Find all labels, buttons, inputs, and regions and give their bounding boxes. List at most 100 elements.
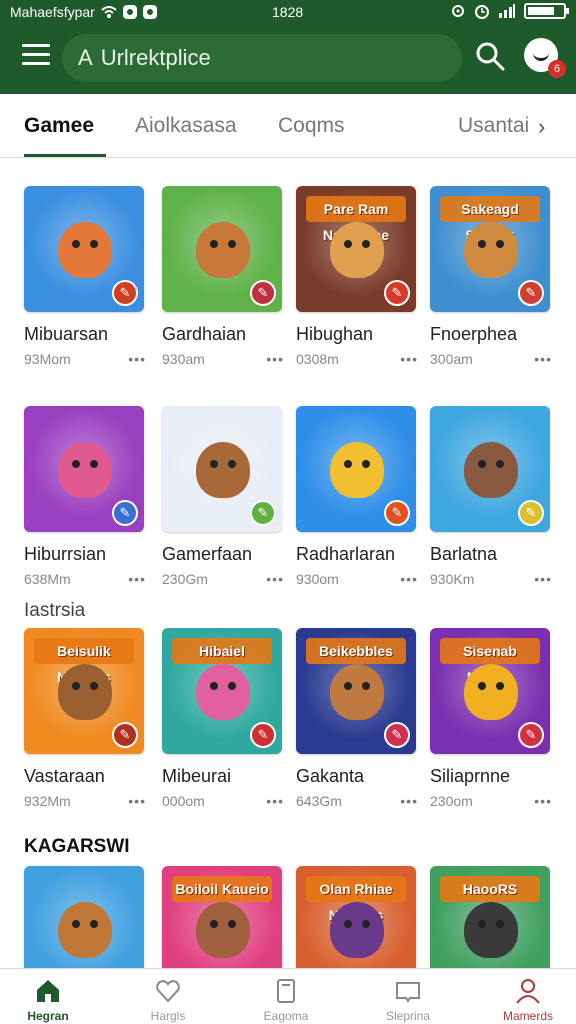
game-meta: 230Gm ••• — [162, 571, 284, 587]
game-thumbnail[interactable]: Hibaiel ✎ — [162, 628, 282, 754]
wifi-icon — [101, 6, 117, 18]
game-character-icon — [464, 902, 518, 958]
more-options-icon[interactable]: ••• — [266, 793, 284, 809]
more-options-icon[interactable]: ••• — [266, 571, 284, 587]
game-action-icon[interactable]: ✎ — [518, 500, 544, 526]
game-meta: 643Gm ••• — [296, 793, 418, 809]
game-title: Barlatna — [430, 544, 498, 564]
game-thumbnail[interactable]: Beisulik Nalasos ✎ — [24, 628, 144, 754]
game-meta-value: 230om — [430, 793, 473, 809]
game-action-icon[interactable]: ✎ — [518, 722, 544, 748]
game-action-icon[interactable]: ✎ — [384, 280, 410, 306]
more-options-icon[interactable]: ••• — [128, 793, 146, 809]
game-thumbnail[interactable]: ✎ — [24, 186, 144, 312]
game-action-icon[interactable]: ✎ — [250, 500, 276, 526]
chevron-right-icon[interactable]: › — [538, 114, 545, 140]
tab-third[interactable]: Coqms — [278, 114, 345, 138]
search-input[interactable]: A Urlrektplice — [62, 34, 462, 82]
game-card[interactable]: ✎ Radharlaran 930om ••• — [296, 406, 418, 587]
game-meta-value: 638Mm — [24, 571, 71, 587]
game-thumbnail[interactable]: ✎ — [24, 406, 144, 532]
game-banner-text: Sisenab Nalsps — [440, 638, 540, 685]
notification-icon — [122, 5, 137, 19]
game-meta: 0308m ••• — [296, 351, 418, 367]
game-card[interactable]: Pare Ram Nalleotiae ✎ Hibughan 0308m ••• — [296, 186, 418, 367]
game-card[interactable]: ✎ Gardhaian 930am ••• — [162, 186, 284, 367]
search-value: Urlrektplice — [100, 45, 211, 70]
game-banner-text: Sakeagd Shialck — [440, 196, 540, 243]
game-banner-text: Beisulik Nalasos — [34, 638, 134, 685]
nav-profile[interactable]: Mamerds — [482, 973, 574, 1023]
game-card[interactable]: Hibaiel ✎ Mibeurai 000om ••• — [162, 628, 284, 809]
game-card[interactable]: Beisulik Nalasos ✎ Vastaraan 932Mm ••• — [24, 628, 146, 809]
section-heading: Iastrsia — [24, 600, 86, 621]
game-thumbnail[interactable]: ✎ — [430, 406, 550, 532]
game-title: Fnoerphea — [430, 324, 518, 344]
more-options-icon[interactable]: ••• — [534, 351, 552, 367]
game-character-icon — [330, 222, 384, 278]
game-thumbnail[interactable]: ✎ — [162, 406, 282, 532]
notification-badge: 6 — [548, 60, 566, 78]
game-card[interactable]: ✎ Mibuarsan 93Mom ••• — [24, 186, 146, 367]
tab-games[interactable]: Gamee — [24, 114, 94, 138]
game-meta-value: 300am — [430, 351, 473, 367]
more-options-icon[interactable]: ••• — [400, 571, 418, 587]
tab-fourth[interactable]: Usantai — [458, 114, 529, 138]
game-meta-value: 000om — [162, 793, 205, 809]
more-options-icon[interactable]: ••• — [400, 351, 418, 367]
game-action-icon[interactable]: ✎ — [250, 722, 276, 748]
nav-favorites[interactable]: Hargls — [122, 973, 214, 1023]
game-action-icon[interactable]: ✎ — [384, 722, 410, 748]
nav-home[interactable]: Hegran — [2, 973, 94, 1023]
game-action-icon[interactable]: ✎ — [112, 722, 138, 748]
game-card[interactable]: Beikebbles ✎ Gakanta 643Gm ••• — [296, 628, 418, 809]
more-options-icon[interactable]: ••• — [128, 571, 146, 587]
game-action-icon[interactable]: ✎ — [518, 280, 544, 306]
hamburger-icon — [22, 44, 50, 47]
game-action-icon[interactable]: ✎ — [384, 500, 410, 526]
game-meta-value: 930am — [162, 351, 205, 367]
tab-bar: Gamee Aiolkasasa Coqms Usantai › — [0, 94, 576, 158]
game-card[interactable]: Sisenab Nalsps ✎ Siliaprnne 230om ••• — [430, 628, 552, 809]
game-thumbnail[interactable]: Pare Ram Nalleotiae ✎ — [296, 186, 416, 312]
game-meta-value: 93Mom — [24, 351, 71, 367]
game-character-icon — [196, 902, 250, 958]
game-banner-text: Boiloil Kaueio — [172, 876, 272, 902]
game-card[interactable]: Sakeagd Shialck ✎Fnoerphea 300am ••• — [430, 186, 552, 367]
game-thumbnail[interactable]: ✎ — [162, 186, 282, 312]
game-action-icon[interactable]: ✎ — [112, 280, 138, 306]
game-thumbnail[interactable]: Sakeagd Shialck ✎ — [430, 186, 550, 312]
nav-games[interactable]: Eagoma — [240, 973, 332, 1023]
game-meta: 000om ••• — [162, 793, 284, 809]
bottom-navigation: Hegran Hargls Eagoma Sleprina Mamerds — [0, 968, 576, 1024]
search-prefix: A — [78, 45, 93, 70]
game-meta-value: 0308m — [296, 351, 339, 367]
game-meta: 638Mm ••• — [24, 571, 146, 587]
menu-button[interactable] — [22, 44, 50, 68]
game-action-icon[interactable]: ✎ — [112, 500, 138, 526]
active-tab-indicator — [24, 154, 106, 157]
game-thumbnail[interactable]: ✎ — [296, 406, 416, 532]
game-card[interactable]: ✎ Gamerfaan 230Gm ••• — [162, 406, 284, 587]
nav-library[interactable]: Sleprina — [362, 973, 454, 1023]
more-options-icon[interactable]: ••• — [128, 351, 146, 367]
more-options-icon[interactable]: ••• — [534, 571, 552, 587]
battery-icon — [524, 3, 569, 19]
more-options-icon[interactable]: ••• — [400, 793, 418, 809]
tab-second[interactable]: Aiolkasasa — [135, 114, 237, 138]
game-card[interactable]: ✎ Barlatna 930Km ••• — [430, 406, 552, 587]
game-meta: 300am ••• — [430, 351, 552, 367]
game-thumbnail[interactable]: Beikebbles ✎ — [296, 628, 416, 754]
game-thumbnail[interactable]: Sisenab Nalsps ✎ — [430, 628, 550, 754]
more-options-icon[interactable]: ••• — [266, 351, 284, 367]
game-title: Hibughan — [296, 324, 374, 344]
game-card[interactable]: ✎ Hiburrsian 638Mm ••• — [24, 406, 146, 587]
game-banner-text: Hibaiel — [172, 638, 272, 664]
game-character-icon — [330, 902, 384, 958]
game-meta: 93Mom ••• — [24, 351, 146, 367]
more-options-icon[interactable]: ••• — [534, 793, 552, 809]
game-meta: 930Km ••• — [430, 571, 552, 587]
search-icon[interactable] — [474, 40, 506, 72]
game-meta-value: 643Gm — [296, 793, 342, 809]
game-action-icon[interactable]: ✎ — [250, 280, 276, 306]
